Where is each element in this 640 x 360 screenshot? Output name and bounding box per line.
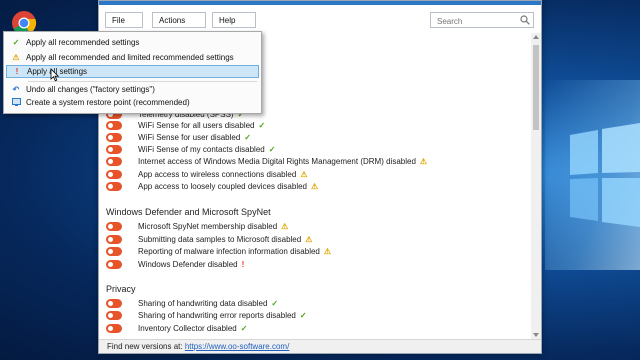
menu-item-label: Apply all recommended settings [26,38,140,47]
actions-menu-label: Actions [159,16,186,25]
menu-item-undo-all[interactable]: ↶ Undo all changes ("factory settings") [6,83,259,96]
menu-separator [28,81,257,82]
setting-label: WiFi Sense for user disabled [138,132,241,142]
setting-label: App access to loosely coupled devices di… [138,181,307,191]
search-icon[interactable] [520,15,530,25]
toggle-switch[interactable] [106,181,122,191]
menu-item-apply-limited-recommended[interactable]: ⚠ Apply all recommended and limited reco… [6,51,259,64]
setting-row[interactable]: WiFi Sense for user disabled ✓ [99,131,251,143]
menu-item-label: Apply all recommended and limited recomm… [26,53,234,62]
menu-item-restore-point[interactable]: Create a system restore point (recommend… [6,96,259,109]
setting-row[interactable]: WiFi Sense of my contacts disabled ✓ [99,143,275,155]
scroll-down-icon[interactable] [533,333,539,337]
file-menu-button[interactable]: File [105,12,143,39]
help-menu-button[interactable]: Help [212,12,256,39]
check-icon: ✓ [244,132,251,142]
toggle-switch[interactable] [106,246,122,256]
scroll-thumb[interactable] [533,45,539,130]
toggle-switch[interactable] [106,259,122,269]
setting-row[interactable]: App access to wireless connections disab… [99,168,307,180]
setting-label: WiFi Sense for all users disabled [138,120,255,130]
toggle-switch[interactable] [106,234,122,244]
toggle-switch[interactable] [106,310,122,320]
warning-icon: ⚠ [323,246,332,256]
toggle-switch[interactable] [106,323,122,333]
warning-icon: ⚠ [281,221,289,231]
warning-icon: ⚠ [419,156,428,166]
warning-icon: ⚠ [300,169,308,179]
setting-row[interactable]: Microsoft SpyNet membership disabled ⚠ [99,220,288,232]
setting-row[interactable]: Submitting data samples to Microsoft dis… [99,233,312,245]
toggle-switch[interactable] [106,298,122,308]
check-icon: ✓ [299,310,307,320]
toggle-switch[interactable] [106,221,122,231]
actions-menu-button[interactable]: Actions [152,12,206,39]
toggle-switch[interactable] [106,144,122,154]
setting-label: Reporting of malware infection informati… [138,246,320,256]
menu-item-label: Create a system restore point (recommend… [26,98,190,107]
toggle-switch[interactable] [106,156,122,166]
warning-icon: ⚠ [311,181,319,191]
check-icon: ✓ [258,120,266,130]
toggle-switch[interactable] [106,120,122,130]
setting-row[interactable]: WiFi Sense for all users disabled ✓ [99,119,265,131]
restore-point-icon [6,97,26,108]
exclamation-icon: ! [15,67,19,76]
undo-icon: ↶ [12,85,20,94]
file-menu-label: File [112,16,125,25]
toggle-switch[interactable] [106,169,122,179]
help-menu-label: Help [219,16,236,25]
status-bar: Find new versions at: https://www.oo-sof… [99,339,541,353]
toggle-switch[interactable] [106,132,122,142]
setting-row[interactable]: Sharing of handwriting data disabled ✓ [99,297,278,309]
setting-label: Inventory Collector disabled [138,323,237,333]
setting-label: App access to wireless connections disab… [138,169,297,179]
setting-row[interactable]: Internet access of Windows Media Digital… [99,155,427,167]
setting-row[interactable]: Sharing of handwriting error reports dis… [99,309,307,321]
check-icon: ✓ [268,144,276,154]
check-icon: ✓ [271,298,279,308]
setting-row[interactable]: Inventory Collector disabled ✓ [99,322,247,334]
search-input[interactable] [435,14,521,28]
menu-item-apply-all[interactable]: ! Apply all settings [6,65,259,78]
setting-row[interactable]: Windows Defender disabled ! [99,258,244,270]
setting-row[interactable]: App access to loosely coupled devices di… [99,180,318,192]
actions-dropdown-menu: ✓ Apply all recommended settings ⚠ Apply… [3,31,262,114]
windows-logo [570,123,640,227]
section-title-privacy: Privacy [106,284,136,294]
setting-label: Microsoft SpyNet membership disabled [138,221,278,231]
status-text: Find new versions at: [107,342,183,351]
check-icon: ✓ [240,323,248,333]
menu-item-apply-recommended[interactable]: ✓ Apply all recommended settings [6,36,259,49]
setting-label: Submitting data samples to Microsoft dis… [138,234,302,244]
search-box [430,12,534,28]
mouse-cursor-icon [50,68,60,82]
menu-item-label: Undo all changes ("factory settings") [26,85,155,94]
setting-label: Sharing of handwriting error reports dis… [138,310,296,320]
website-link[interactable]: https://www.oo-software.com/ [185,342,289,351]
exclamation-icon: ! [241,259,245,269]
warning-icon: ⚠ [12,53,20,62]
setting-row[interactable]: Reporting of malware infection informati… [99,245,331,257]
check-icon: ✓ [12,38,20,47]
setting-label: Internet access of Windows Media Digital… [138,156,416,166]
section-title-defender: Windows Defender and Microsoft SpyNet [106,207,271,217]
setting-label: Windows Defender disabled [138,259,238,269]
setting-label: Sharing of handwriting data disabled [138,298,268,308]
vertical-scrollbar[interactable] [531,33,541,339]
warning-icon: ⚠ [305,234,313,244]
scroll-up-icon[interactable] [533,35,539,39]
menubar: File Actions Help [99,5,541,39]
setting-label: WiFi Sense of my contacts disabled [138,144,265,154]
